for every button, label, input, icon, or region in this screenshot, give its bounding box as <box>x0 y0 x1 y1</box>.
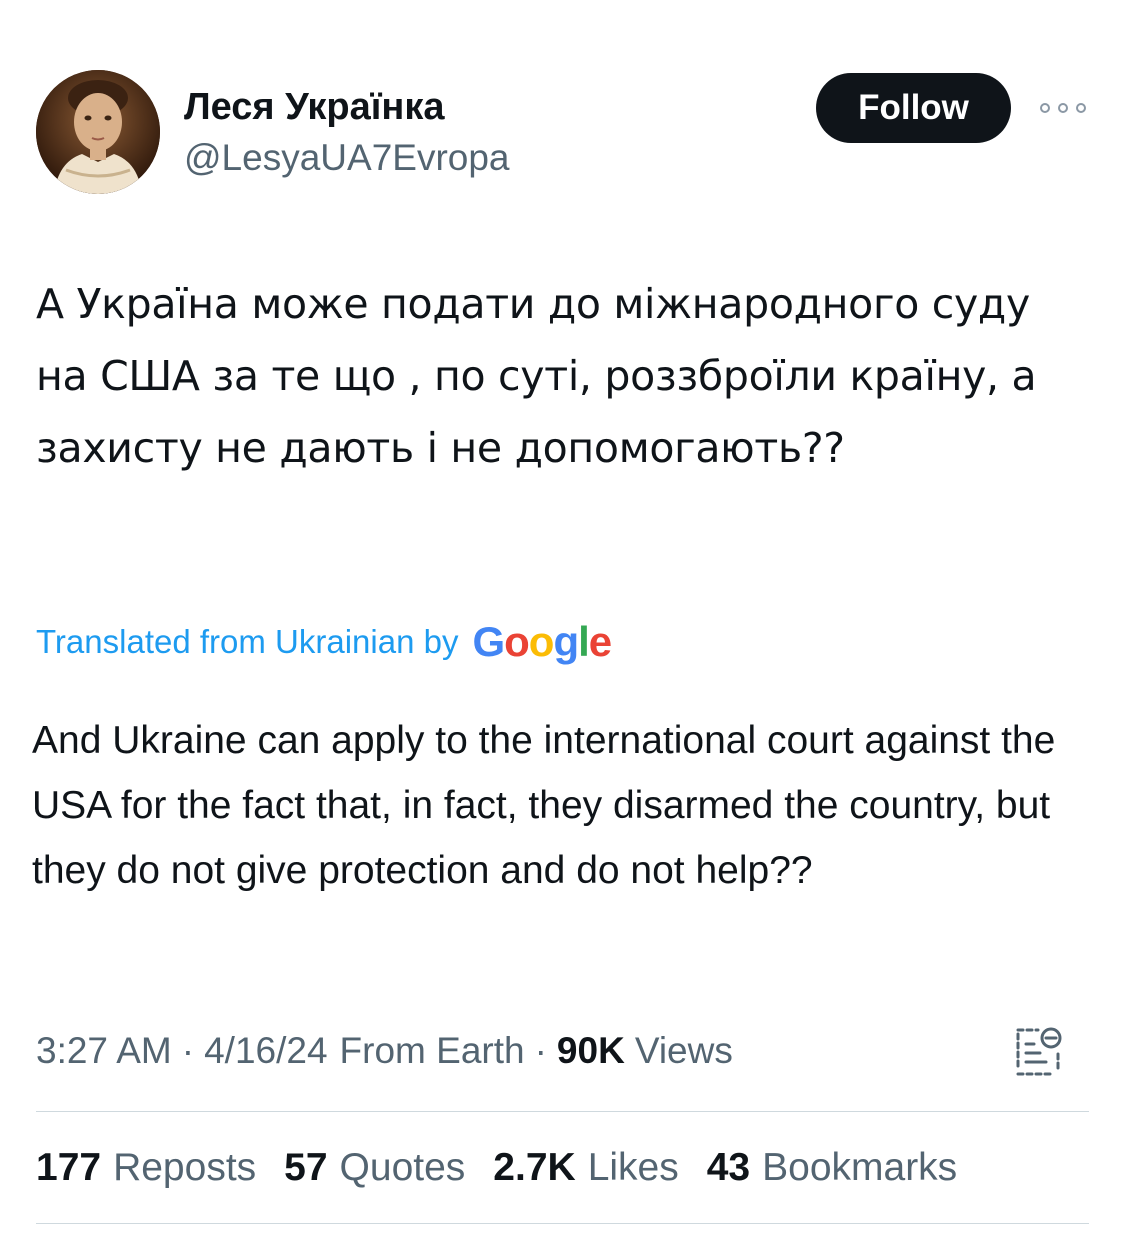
translated-text: And Ukraine can apply to the internation… <box>32 719 1056 892</box>
engagement-stats: 177 Reposts 57 Quotes 2.7K Likes 43 Bookmark… <box>36 1146 985 1190</box>
tweet-meta: 3:27 AM · 4/16/24 From Earth · 90K Views <box>36 1030 733 1072</box>
tweet-date[interactable]: 4/16/24 <box>204 1030 327 1072</box>
user-handle[interactable]: @LesyaUA7Evropa <box>184 137 510 179</box>
stat-count: 177 <box>36 1146 102 1189</box>
divider <box>36 1223 1089 1224</box>
tweet-source: From Earth <box>339 1030 525 1071</box>
tweet-text: А Україна може подати до міжнародного су… <box>36 280 1037 472</box>
divider <box>36 1111 1089 1112</box>
views-label: Views <box>634 1030 733 1071</box>
stat-bookmarks[interactable]: 43 Bookmarks <box>707 1146 957 1190</box>
google-logo: Google <box>472 618 612 666</box>
stat-reposts[interactable]: 177 Reposts <box>36 1146 256 1190</box>
google-logo-letter: G <box>472 618 505 665</box>
google-logo-letter: o <box>528 618 555 665</box>
stat-label: Bookmarks <box>762 1146 958 1189</box>
google-logo-letter: l <box>578 618 590 665</box>
meta-separator: · <box>181 1030 195 1071</box>
translation-attribution: Translated from Ukrainian by Google <box>36 618 612 666</box>
google-logo-letter: g <box>553 618 579 665</box>
google-logo-letter: o <box>504 618 530 665</box>
meta-separator: · <box>534 1030 547 1071</box>
more-dot <box>1040 103 1050 113</box>
follow-button[interactable]: Follow <box>816 73 1011 143</box>
google-logo-letter: e <box>588 618 612 665</box>
stat-count: 43 <box>706 1146 751 1189</box>
tweet-detail: Леся Українка @LesyaUA7Evropa Follow А У… <box>0 0 1125 1239</box>
stat-label: Likes <box>587 1146 679 1189</box>
avatar[interactable] <box>36 70 160 194</box>
tweet-time[interactable]: 3:27 AM <box>36 1030 172 1072</box>
stat-label: Quotes <box>339 1146 466 1189</box>
more-dot <box>1076 103 1086 113</box>
more-horizontal-icon[interactable] <box>1040 96 1086 120</box>
more-dot <box>1058 103 1068 113</box>
stat-label: Reposts <box>113 1146 257 1189</box>
stat-quotes[interactable]: 57 Quotes <box>284 1146 465 1190</box>
analytics-icon[interactable] <box>1012 1024 1064 1080</box>
stat-likes[interactable]: 2.7K Likes <box>493 1146 678 1190</box>
display-name[interactable]: Леся Українка <box>184 86 445 129</box>
stat-count: 2.7K <box>493 1146 576 1189</box>
views-count: 90K <box>556 1030 625 1071</box>
stat-count: 57 <box>284 1146 328 1189</box>
translated-label[interactable]: Translated from Ukrainian by <box>36 623 458 661</box>
portrait-avatar-icon <box>36 70 160 194</box>
